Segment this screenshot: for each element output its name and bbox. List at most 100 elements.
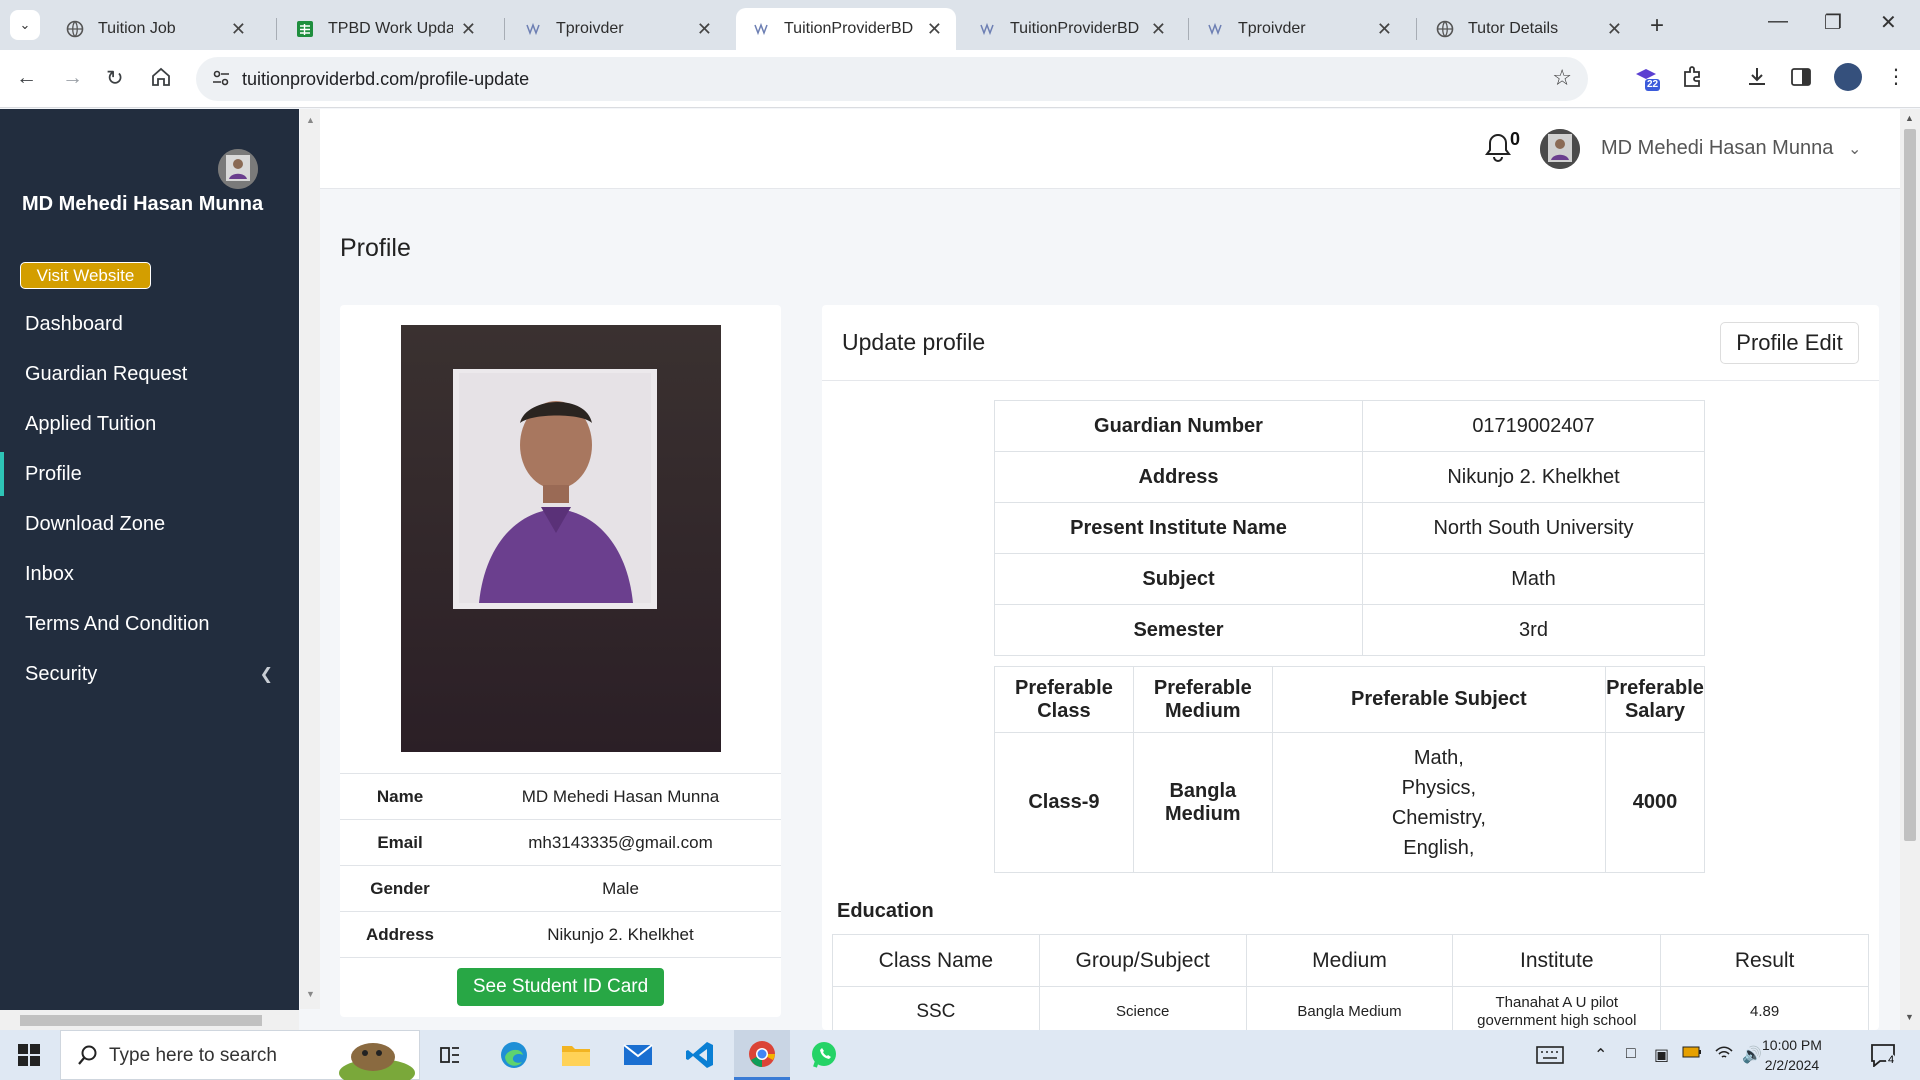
reload-icon[interactable]: ↻ xyxy=(106,66,124,91)
scrollbar-thumb[interactable] xyxy=(20,1015,262,1026)
see-student-id-card-button[interactable]: See Student ID Card xyxy=(457,968,664,1006)
sidebar-item-guardian-request[interactable]: Guardian Request xyxy=(0,352,299,396)
taskbar-clock[interactable]: 10:00 PM 2/2/2024 xyxy=(1762,1035,1822,1075)
close-tab-icon[interactable]: ✕ xyxy=(1607,19,1622,40)
camera-icon[interactable]: ▣ xyxy=(1654,1045,1669,1065)
tab-separator xyxy=(276,18,277,40)
sidebar-item-label: Guardian Request xyxy=(25,362,188,385)
back-arrow-icon[interactable]: ← xyxy=(16,66,37,90)
browser-tab-7[interactable]: Tutor Details ✕ xyxy=(1420,8,1636,50)
sidebar-item-download-zone[interactable]: Download Zone xyxy=(0,502,299,546)
minimize-icon[interactable]: — xyxy=(1768,10,1788,33)
notification-count: 0 xyxy=(1510,129,1521,149)
wifi-icon[interactable] xyxy=(1714,1045,1734,1066)
download-icon[interactable] xyxy=(1744,64,1770,95)
taskbar-search-box[interactable]: Type here to search xyxy=(60,1030,420,1080)
keyboard-icon[interactable] xyxy=(1536,1045,1564,1070)
browser-tab-2[interactable]: TPBD Work Update - ✕ xyxy=(280,8,490,50)
bookmark-star-icon[interactable]: ☆ xyxy=(1552,65,1572,91)
close-tab-icon[interactable]: ✕ xyxy=(231,19,246,40)
browser-profile-avatar[interactable] xyxy=(1834,63,1862,91)
subject-item: English, xyxy=(1403,836,1475,859)
browser-tab-6[interactable]: Tproivder ✕ xyxy=(1190,8,1406,50)
browser-tab-1[interactable]: Tuition Job ✕ xyxy=(50,8,260,50)
search-icon xyxy=(77,1044,99,1071)
info-label: Name xyxy=(376,786,424,806)
close-tab-icon[interactable]: ✕ xyxy=(927,19,942,40)
sidebar-item-label: Dashboard xyxy=(25,312,123,335)
task-view-icon[interactable] xyxy=(422,1030,478,1080)
notification-bell-icon[interactable] xyxy=(1483,131,1513,168)
vscode-icon[interactable] xyxy=(672,1030,728,1080)
tab-separator xyxy=(1416,18,1417,40)
new-tab-plus-icon[interactable]: + xyxy=(1650,12,1664,40)
page-vertical-scrollbar[interactable]: ▲ ▼ xyxy=(1900,109,1920,1030)
table-cell: 4.89 xyxy=(1660,986,1869,1030)
clock-time: 10:00 PM xyxy=(1762,1037,1822,1053)
browser-tab-5[interactable]: TuitionProviderBD ✕ xyxy=(962,8,1180,50)
divider xyxy=(340,957,781,958)
mail-icon[interactable] xyxy=(610,1030,666,1080)
home-icon[interactable] xyxy=(150,66,172,94)
scrollbar-thumb[interactable] xyxy=(1904,129,1916,841)
table-cell: Science xyxy=(1038,986,1247,1030)
page-title: Profile xyxy=(340,234,411,262)
forward-arrow-icon[interactable]: → xyxy=(62,66,83,90)
profile-edit-button[interactable]: Profile Edit xyxy=(1720,322,1859,364)
table-cell-label: Semester xyxy=(994,604,1363,656)
user-name[interactable]: MD Mehedi Hasan Munna xyxy=(1601,137,1833,160)
chevron-down-icon[interactable]: ⌄ xyxy=(1848,139,1861,159)
table-header-cell: Result xyxy=(1660,934,1869,987)
battery-icon[interactable] xyxy=(1682,1045,1702,1064)
whatsapp-icon[interactable] xyxy=(796,1030,852,1080)
restore-icon[interactable]: ❐ xyxy=(1824,10,1842,35)
browser-tab-4-active[interactable]: TuitionProviderBD ✕ xyxy=(736,8,956,50)
table-cell-value: North South University xyxy=(1362,502,1705,554)
extension-badge-icon[interactable]: 22 xyxy=(1632,64,1662,99)
sidebar-item-security[interactable]: Security ❮ xyxy=(0,652,299,696)
chrome-icon[interactable] xyxy=(734,1030,790,1080)
close-tab-icon[interactable]: ✕ xyxy=(1377,19,1392,40)
details-table: Guardian Number 01719002407 Address Niku… xyxy=(994,400,1705,656)
scroll-up-arrow-icon[interactable]: ▲ xyxy=(306,115,315,125)
tab-title: Tuition Job xyxy=(98,20,176,37)
extensions-puzzle-icon[interactable] xyxy=(1680,64,1706,95)
sidebar-vertical-scrollbar[interactable]: ▲ ▼ xyxy=(300,109,320,1009)
speaker-icon[interactable]: 🔊 xyxy=(1742,1045,1762,1065)
edge-browser-icon[interactable] xyxy=(486,1030,542,1080)
tray-chevron-up-icon[interactable]: ⌃ xyxy=(1594,1045,1607,1065)
scroll-down-arrow-icon[interactable]: ▼ xyxy=(1905,1012,1914,1022)
sidebar-item-applied-tuition[interactable]: Applied Tuition xyxy=(0,402,299,446)
sidebar-item-profile[interactable]: Profile xyxy=(0,452,299,496)
table-row: SSC Science Bangla Medium Thanahat A U p… xyxy=(832,986,1869,1030)
visit-website-button[interactable]: Visit Website xyxy=(20,262,151,289)
table-header-cell: Preferable Class xyxy=(994,666,1134,733)
file-explorer-icon[interactable] xyxy=(548,1030,604,1080)
close-tab-icon[interactable]: ✕ xyxy=(697,19,712,40)
info-value: mh3143335@gmail.com xyxy=(528,832,713,852)
close-tab-icon[interactable]: ✕ xyxy=(1151,19,1166,40)
browser-tab-3[interactable]: Tproivder ✕ xyxy=(508,8,726,50)
windows-start-icon[interactable] xyxy=(18,1044,40,1071)
notification-center-icon[interactable]: 4 xyxy=(1870,1043,1897,1072)
tab-search-dropdown-icon[interactable]: ⌄ xyxy=(10,10,40,40)
info-value: Male xyxy=(602,878,639,898)
sidebar-item-dashboard[interactable]: Dashboard xyxy=(0,302,299,346)
profile-info-row: Address Nikunjo 2. Khelkhet xyxy=(340,911,781,957)
browser-menu-icon[interactable]: ⋮ xyxy=(1886,64,1906,89)
user-avatar[interactable] xyxy=(1540,129,1580,169)
close-tab-icon[interactable]: ✕ xyxy=(461,19,476,40)
sidebar-horizontal-scrollbar[interactable] xyxy=(0,1010,299,1030)
side-panel-icon[interactable] xyxy=(1788,64,1814,95)
scroll-down-arrow-icon[interactable]: ▼ xyxy=(306,989,315,999)
search-placeholder: Type here to search xyxy=(109,1045,277,1066)
site-info-icon[interactable] xyxy=(210,67,232,94)
scroll-up-arrow-icon[interactable]: ▲ xyxy=(1905,113,1914,123)
education-heading: Education xyxy=(837,900,934,922)
tab-title: TPBD Work Update - xyxy=(328,20,453,37)
sidebar-item-inbox[interactable]: Inbox xyxy=(0,552,299,596)
sidebar-item-terms[interactable]: Terms And Condition xyxy=(0,602,299,646)
address-bar[interactable]: tuitionproviderbd.com/profile-update ☆ xyxy=(196,57,1588,101)
close-window-icon[interactable]: ✕ xyxy=(1880,10,1897,35)
meet-now-icon[interactable]: □ xyxy=(1626,1045,1636,1063)
